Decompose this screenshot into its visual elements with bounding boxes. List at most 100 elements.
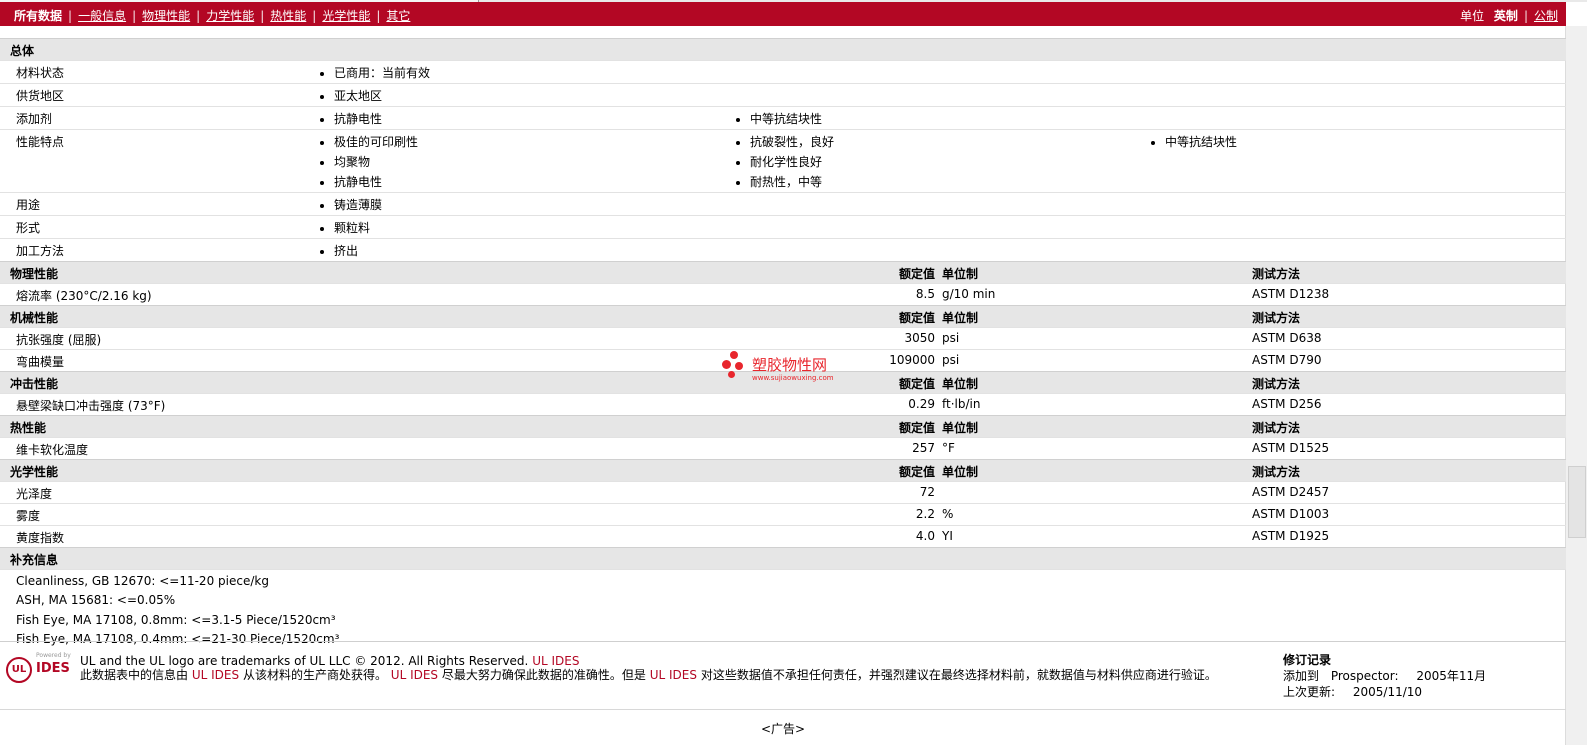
property-test-method: ASTM D1525 bbox=[1252, 441, 1330, 455]
bullet-item: 铸造薄膜 bbox=[320, 196, 382, 213]
overall-row: 用途 铸造薄膜 bbox=[0, 192, 1566, 215]
tab-thermal[interactable]: 热性能 bbox=[270, 9, 306, 23]
bullet-item: 已商用：当前有效 bbox=[320, 64, 430, 81]
property-label: 弯曲模量 bbox=[16, 355, 65, 369]
col-header-unit: 单位制 bbox=[942, 465, 979, 479]
col-header-nominal: 额定值 bbox=[898, 377, 935, 391]
tab-optical[interactable]: 光学性能 bbox=[322, 9, 370, 23]
row-label: 添加剂 bbox=[16, 112, 53, 126]
watermark-title: 塑胶物性网 bbox=[752, 356, 828, 374]
scrollbar-thumb[interactable] bbox=[1568, 466, 1586, 538]
property-value: 257 bbox=[912, 441, 935, 455]
property-value: 0.29 bbox=[908, 397, 935, 411]
watermark-dot bbox=[730, 351, 738, 359]
disclaimer-text: 从该材料的生产商处获得。 bbox=[242, 668, 387, 682]
property-unit: g/10 min bbox=[942, 287, 996, 301]
bullet-item: 抗静电性 bbox=[320, 173, 382, 190]
bullet-item: 亚太地区 bbox=[320, 87, 382, 104]
ul-ides-logo[interactable]: Powered by UL IDES bbox=[6, 652, 74, 684]
added-date: 2005年11月 bbox=[1416, 669, 1487, 683]
unit-metric-link[interactable]: 公制 bbox=[1534, 9, 1558, 23]
row-label: 形式 bbox=[16, 221, 41, 235]
ul-ides-link[interactable]: UL IDES bbox=[532, 654, 579, 668]
ul-ides-link[interactable]: UL IDES bbox=[650, 668, 697, 682]
bullet-item: 中等抗结块性 bbox=[736, 110, 822, 127]
row-label: 供货地区 bbox=[16, 89, 65, 103]
col-header-nominal: 额定值 bbox=[898, 267, 935, 281]
watermark-dot bbox=[722, 360, 731, 369]
logo-powered-by: Powered by bbox=[36, 652, 71, 659]
property-test-method: ASTM D638 bbox=[1252, 331, 1322, 345]
unit-english: 英制 bbox=[1493, 9, 1518, 23]
section-supplement-header: 补充信息 bbox=[0, 547, 1566, 569]
section-title: 光学性能 bbox=[10, 465, 59, 479]
property-unit: psi bbox=[942, 331, 960, 345]
property-test-method: ASTM D1003 bbox=[1252, 507, 1330, 521]
property-label: 维卡软化温度 bbox=[16, 443, 89, 457]
col-header-test: 测试方法 bbox=[1252, 311, 1301, 325]
tab-mechanical[interactable]: 力学性能 bbox=[206, 9, 254, 23]
revision-title: 修订记录 bbox=[1283, 653, 1332, 667]
property-row: 雾度 2.2 % ASTM D1003 bbox=[0, 503, 1566, 525]
divider bbox=[0, 709, 1566, 710]
tab-general-info[interactable]: 一般信息 bbox=[78, 9, 126, 23]
property-row: 光泽度 72 ASTM D2457 bbox=[0, 481, 1566, 503]
overall-row: 形式 颗粒料 bbox=[0, 215, 1566, 238]
revision-history: 修订记录 添加到 Prospector: 2005年11月 上次更新: 2005… bbox=[1283, 652, 1486, 700]
vertical-scrollbar[interactable] bbox=[1565, 26, 1587, 745]
bullet-item: 挤出 bbox=[320, 242, 358, 259]
section-title: 补充信息 bbox=[10, 553, 59, 567]
added-where: Prospector: bbox=[1330, 669, 1399, 683]
note-line: Fish Eye, MA 17108, 0.8mm: <=3.1-5 Piece… bbox=[16, 613, 336, 627]
section-title: 热性能 bbox=[10, 421, 47, 435]
bullet-item: 均聚物 bbox=[320, 153, 370, 170]
property-value: 109000 bbox=[889, 353, 935, 367]
property-unit: YI bbox=[942, 529, 953, 543]
property-label: 悬壁梁缺口冲击强度 (73°F) bbox=[16, 399, 166, 413]
property-unit: % bbox=[942, 507, 954, 521]
ul-ides-link[interactable]: UL IDES bbox=[391, 668, 438, 682]
section-title: 机械性能 bbox=[10, 311, 59, 325]
property-value: 72 bbox=[919, 485, 935, 499]
watermark-dot bbox=[735, 362, 743, 370]
col-header-unit: 单位制 bbox=[942, 421, 979, 435]
bullet-item: 抗破裂性，良好 bbox=[736, 133, 834, 150]
tab-physical[interactable]: 物理性能 bbox=[142, 9, 190, 23]
property-row: 悬壁梁缺口冲击强度 (73°F) 0.29 ft·lb/in ASTM D256 bbox=[0, 393, 1566, 415]
property-value: 4.0 bbox=[915, 529, 935, 543]
row-label: 性能特点 bbox=[16, 135, 65, 149]
col-header-nominal: 额定值 bbox=[898, 311, 935, 325]
col-header-test: 测试方法 bbox=[1252, 267, 1301, 281]
disclaimer-text: 对这些数据值不承担任何责任，并强烈建议在最终选择材料前，就数据值与材料供应商进行… bbox=[700, 668, 1217, 682]
property-label: 雾度 bbox=[16, 509, 41, 523]
bullet-item: 颗粒料 bbox=[320, 219, 370, 236]
supplement-notes: Cleanliness, GB 12670: <=11-20 piece/kg … bbox=[0, 569, 1566, 650]
property-test-method: ASTM D2457 bbox=[1252, 485, 1330, 499]
ul-ides-link[interactable]: UL IDES bbox=[192, 668, 239, 682]
overall-row: 材料状态 已商用：当前有效 bbox=[0, 60, 1566, 83]
category-nav-bar: 所有数据 | 一般信息 | 物理性能 | 力学性能 | 热性能 | 光学性能 | 其它 单位 英制 | 公制 bbox=[0, 2, 1566, 26]
property-value: 8.5 bbox=[915, 287, 935, 301]
property-row: 黄度指数 4.0 YI ASTM D1925 bbox=[0, 525, 1566, 547]
col-header-test: 测试方法 bbox=[1252, 421, 1301, 435]
section-overall-header: 总体 bbox=[0, 38, 1566, 60]
updated-label: 上次更新: bbox=[1283, 685, 1336, 699]
section-thermal-header: 热性能 额定值 单位制 测试方法 bbox=[0, 415, 1566, 437]
overall-row: 加工方法 挤出 bbox=[0, 238, 1566, 261]
property-row: 维卡软化温度 257 °F ASTM D1525 bbox=[0, 437, 1566, 459]
section-title: 总体 bbox=[10, 44, 35, 58]
property-test-method: ASTM D790 bbox=[1252, 353, 1322, 367]
tab-all-data[interactable]: 所有数据 bbox=[14, 9, 62, 23]
property-value: 2.2 bbox=[915, 507, 935, 521]
property-label: 熔流率 (230°C/2.16 kg) bbox=[16, 289, 152, 303]
property-test-method: ASTM D1238 bbox=[1252, 287, 1330, 301]
row-label: 加工方法 bbox=[16, 244, 65, 258]
section-title: 冲击性能 bbox=[10, 377, 59, 391]
property-row: 熔流率 (230°C/2.16 kg) 8.5 g/10 min ASTM D1… bbox=[0, 283, 1566, 305]
overall-row: 性能特点 极佳的可印刷性 均聚物 抗静电性 抗破裂性，良好 耐化学性良好 耐热性… bbox=[0, 129, 1566, 192]
tab-other[interactable]: 其它 bbox=[386, 9, 410, 23]
section-title: 物理性能 bbox=[10, 267, 59, 281]
datasheet-content: 总体 材料状态 已商用：当前有效 供货地区 亚太地区 添加剂 抗静电性 中等抗结… bbox=[0, 38, 1566, 650]
overall-row: 添加剂 抗静电性 中等抗结块性 bbox=[0, 106, 1566, 129]
watermark-dot bbox=[728, 371, 735, 378]
